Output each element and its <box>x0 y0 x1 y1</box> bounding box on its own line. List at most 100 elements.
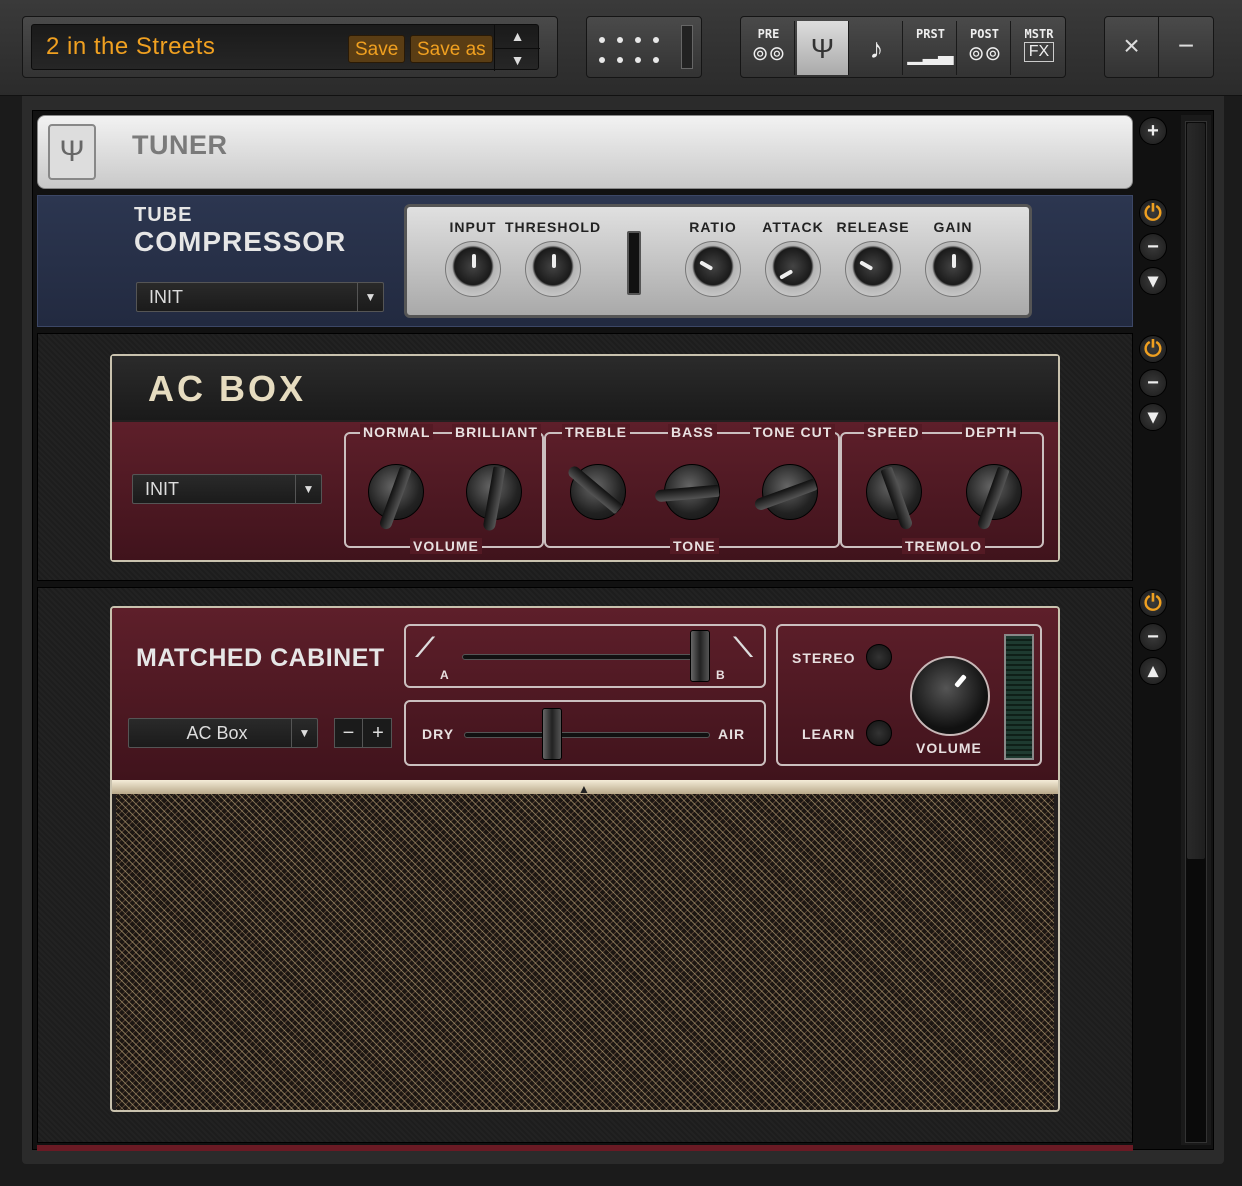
grid-dot-icon <box>599 57 605 63</box>
rack-scrollbar[interactable] <box>1181 115 1211 1145</box>
brilliant-volume-knob[interactable] <box>466 464 522 532</box>
chevron-down-icon: ▼ <box>357 283 383 311</box>
volume-group: NORMAL BRILLIANT VOLUME <box>344 424 544 554</box>
pre-label: PRE <box>757 27 780 41</box>
ac-box-panel: AC BOX INIT ▼ NORMAL BRILLIANT VOLUME TR… <box>110 354 1060 562</box>
attack-knob[interactable] <box>765 241 821 297</box>
post-fx-button[interactable]: POST ⊚⊚ <box>959 21 1011 75</box>
mic-position-slider[interactable] <box>690 630 710 682</box>
fx-icon: FX <box>1024 42 1054 62</box>
ac-box-controls: INIT ▼ NORMAL BRILLIANT VOLUME TREBLE BA… <box>112 422 1058 560</box>
speed-knob[interactable] <box>866 464 922 531</box>
gain-knob[interactable] <box>925 241 981 297</box>
level-bars-icon: ▁▂▃ <box>907 43 954 65</box>
cabinet-stepper: − + <box>334 718 392 748</box>
preset-stepper: ▲ ▼ <box>494 25 540 71</box>
cabinet-panel: MATCHED CABINET AC Box ▼ − + ⟋ A ⟍ B DRY… <box>110 606 1060 1112</box>
tremolo-label: TREMOLO <box>902 538 985 554</box>
matched-cabinet-module: MATCHED CABINET AC Box ▼ − + ⟋ A ⟍ B DRY… <box>37 587 1133 1143</box>
ac-box-amp-module: AC BOX INIT ▼ NORMAL BRILLIANT VOLUME TR… <box>37 333 1133 581</box>
stereo-toggle[interactable] <box>866 644 892 670</box>
compressor-preset-dropdown[interactable]: INIT ▼ <box>136 282 384 312</box>
tuning-fork-icon[interactable]: Ψ <box>48 124 96 180</box>
cabinet-title: MATCHED CABINET <box>136 644 385 672</box>
top-toolbar: 2 in the Streets Save Save as ▲ ▼ PRE ⊚⊚… <box>0 0 1242 96</box>
tone-label: TONE <box>670 538 719 554</box>
prst-label: PRST <box>916 27 945 41</box>
preset-down-arrow-icon[interactable]: ▼ <box>495 48 540 71</box>
cabinet-type-dropdown[interactable]: AC Box ▼ <box>128 718 318 748</box>
treble-knob[interactable] <box>566 463 626 520</box>
input-knob[interactable] <box>445 241 501 297</box>
gain-label: GAIN <box>933 219 973 235</box>
chevron-down-icon: ▼ <box>291 719 317 747</box>
tremolo-group: SPEED DEPTH TREMOLO <box>840 424 1044 554</box>
preset-fx-button[interactable]: PRST ▁▂▃ <box>905 21 957 75</box>
brilliant-label: BRILLIANT <box>452 424 541 440</box>
save-as-button[interactable]: Save as <box>410 35 493 63</box>
scrollbar-thumb[interactable] <box>1187 123 1205 859</box>
dry-air-slider[interactable] <box>542 708 562 760</box>
dry-air-track <box>464 732 710 738</box>
ac-box-preset-dropdown[interactable]: INIT ▼ <box>132 474 322 504</box>
release-knob[interactable] <box>845 241 901 297</box>
grid-dot-icon <box>617 57 623 63</box>
mstr-label: MSTR <box>1024 27 1054 41</box>
tuning-fork-icon: Ψ <box>810 33 835 64</box>
compressor-control-panel: INPUT THRESHOLD RATIO ATTACK RELEASE GAI… <box>404 204 1032 318</box>
pre-fx-button[interactable]: PRE ⊚⊚ <box>743 21 795 75</box>
threshold-knob[interactable] <box>525 241 581 297</box>
add-module-icon[interactable]: + <box>1139 117 1167 145</box>
ac-box-header: AC BOX <box>112 356 1058 420</box>
depth-label: DEPTH <box>962 424 1021 440</box>
tape-reel-icon: ⊚⊚ <box>967 43 1002 65</box>
air-label: AIR <box>718 726 746 742</box>
ac-box-power-icon[interactable]: ⏻ <box>1139 335 1167 363</box>
save-button[interactable]: Save <box>348 35 406 63</box>
close-icon[interactable]: × <box>1105 17 1159 77</box>
normal-label: NORMAL <box>360 424 434 440</box>
compressor-expand-icon[interactable]: ▾ <box>1139 267 1167 295</box>
ac-box-remove-icon[interactable]: − <box>1139 369 1167 397</box>
master-fx-button[interactable]: MSTR FX <box>1013 21 1065 75</box>
preset-name[interactable]: 2 in the Streets <box>46 33 215 61</box>
compressor-power-icon[interactable]: ⏻ <box>1139 199 1167 227</box>
preset-up-arrow-icon[interactable]: ▲ <box>495 25 540 48</box>
microphone-a-icon: ⟋ <box>416 632 436 662</box>
grid-dot-icon <box>599 37 605 43</box>
metronome-button[interactable]: ♪ <box>851 21 903 75</box>
cabinet-next-button[interactable]: + <box>364 719 392 747</box>
cabinet-collapse-icon[interactable]: ▴ <box>1139 657 1167 685</box>
tone-cut-knob[interactable] <box>753 464 818 520</box>
cabinet-previous-button[interactable]: − <box>335 719 363 747</box>
cabinet-remove-icon[interactable]: − <box>1139 623 1167 651</box>
preset-selector: 2 in the Streets Save Save as ▲ ▼ <box>22 16 558 78</box>
compressor-title-line2: COMPRESSOR <box>134 226 347 257</box>
cabinet-volume-knob[interactable] <box>910 656 990 736</box>
volume-label: VOLUME <box>410 538 482 554</box>
minimize-icon[interactable]: − <box>1159 17 1213 77</box>
tuner-button[interactable]: Ψ <box>797 21 849 75</box>
ratio-knob[interactable] <box>685 241 741 297</box>
learn-toggle[interactable] <box>866 720 892 746</box>
grid-dot-icon <box>617 37 623 43</box>
tuner-module: Ψ TUNER <box>37 115 1133 189</box>
ac-box-expand-icon[interactable]: ▾ <box>1139 403 1167 431</box>
bass-knob[interactable] <box>654 464 720 520</box>
compressor-remove-icon[interactable]: − <box>1139 233 1167 261</box>
speaker-grill <box>116 794 1054 1110</box>
dry-air-box: DRY AIR <box>404 700 766 766</box>
cabinet-controls: MATCHED CABINET AC Box ▼ − + ⟋ A ⟍ B DRY… <box>112 608 1058 780</box>
stereo-label: STEREO <box>792 650 856 666</box>
depth-knob[interactable] <box>966 464 1022 531</box>
output-box: STEREO LEARN VOLUME <box>776 624 1042 766</box>
normal-volume-knob[interactable] <box>368 464 424 531</box>
ac-box-title: AC BOX <box>148 368 307 409</box>
scrollbar-track[interactable] <box>1185 121 1207 1143</box>
tone-group: TREBLE BASS TONE CUT TONE <box>544 424 840 554</box>
cabinet-power-icon[interactable]: ⏻ <box>1139 589 1167 617</box>
mic-b-label: B <box>716 668 726 682</box>
tone-cut-label: TONE CUT <box>750 424 836 440</box>
rack-view-toggle[interactable] <box>586 16 702 78</box>
tape-reel-icon: ⊚⊚ <box>751 43 786 65</box>
